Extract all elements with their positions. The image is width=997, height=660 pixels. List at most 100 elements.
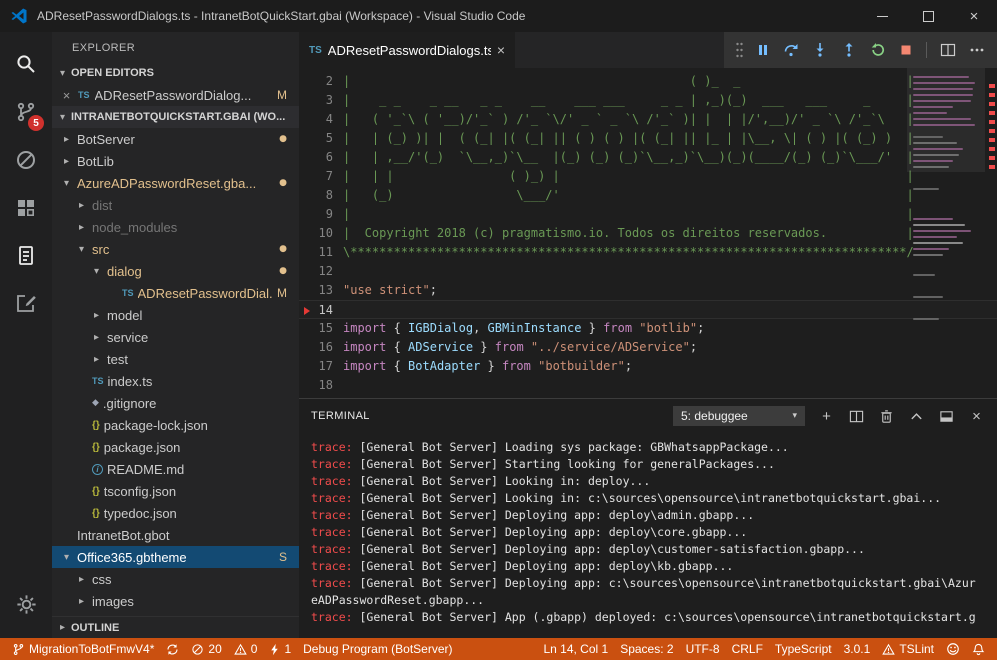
tree-item-dist[interactable]: ▸dist xyxy=(52,194,299,216)
tree-item-model[interactable]: ▸model xyxy=(52,304,299,326)
tree-item-botlib[interactable]: ▸BotLib xyxy=(52,150,299,172)
kill-terminal-icon[interactable] xyxy=(878,408,895,425)
maximize-panel-icon[interactable] xyxy=(908,408,925,425)
tree-item-css[interactable]: ▸css xyxy=(52,568,299,590)
code-line-15[interactable]: 15import { IGBDialog, GBMinInstance } fr… xyxy=(299,319,997,338)
git-status-badge: S xyxy=(279,550,299,564)
code-line-14[interactable]: 14 xyxy=(299,300,997,319)
tree-item-dialog[interactable]: ▾dialog● xyxy=(52,260,299,282)
status-language[interactable]: TypeScript xyxy=(769,638,838,660)
ts-file-icon: TS xyxy=(92,376,104,386)
step-into-icon[interactable] xyxy=(812,42,828,58)
tree-item-package-json[interactable]: {}package.json xyxy=(52,436,299,458)
tree-item-office365-gbtheme[interactable]: ▾Office365.gbthemeS xyxy=(52,546,299,568)
new-terminal-icon[interactable]: + xyxy=(818,408,835,425)
status-errors[interactable]: 20 xyxy=(185,638,227,660)
tree-item-gitignore[interactable]: ◆.gitignore xyxy=(52,392,299,414)
status-cursor-position[interactable]: Ln 14, Col 1 xyxy=(537,638,614,660)
tab-close-icon[interactable]: × xyxy=(497,42,505,58)
code-line-2[interactable]: 2| ( )_ _ | xyxy=(299,72,997,91)
close-button[interactable]: × xyxy=(951,0,997,32)
tree-item-images[interactable]: ▸images xyxy=(52,590,299,612)
code-line-9[interactable]: 9| | xyxy=(299,205,997,224)
split-terminal-icon[interactable] xyxy=(848,408,865,425)
code-line-18[interactable]: 18 xyxy=(299,376,997,395)
error-mark xyxy=(989,147,995,151)
status-tslint[interactable]: TSLint xyxy=(876,638,940,660)
line-number: 12 xyxy=(299,262,343,281)
settings-gear-icon[interactable] xyxy=(0,580,52,628)
code-line-4[interactable]: 4| ( '_`\ ( '__)/'_` ) /'_ `\/' _ ` _ `\… xyxy=(299,110,997,129)
tree-item-readme-md[interactable]: iREADME.md xyxy=(52,458,299,480)
code-line-12[interactable]: 12 xyxy=(299,262,997,281)
debug-icon[interactable] xyxy=(0,136,52,184)
code-line-7[interactable]: 7| | | ( )_) | | xyxy=(299,167,997,186)
step-out-icon[interactable] xyxy=(841,42,857,58)
tree-item-typedoc-json[interactable]: {}typedoc.json xyxy=(52,502,299,524)
window-title: ADResetPasswordDialogs.ts - IntranetBotQ… xyxy=(37,9,525,23)
terminal-output[interactable]: trace: [General Bot Server] Loading sys … xyxy=(299,433,997,626)
terminal-tab[interactable]: TERMINAL xyxy=(311,410,370,422)
toolbar-grip-icon[interactable] xyxy=(736,42,743,58)
status-eol[interactable]: CRLF xyxy=(726,638,769,660)
status-indentation[interactable]: Spaces: 2 xyxy=(614,638,679,660)
minimap[interactable] xyxy=(909,68,983,398)
code-editor[interactable]: 2| ( )_ _ |3| _ _ _ __ _ _ __ ___ ___ _ … xyxy=(299,68,997,398)
status-notifications[interactable] xyxy=(966,638,991,660)
compose-icon[interactable] xyxy=(0,280,52,328)
source-control-icon[interactable]: 5 xyxy=(0,88,52,136)
pause-icon[interactable] xyxy=(756,43,770,57)
tree-item-azureadpasswordreset-gba[interactable]: ▾AzureADPasswordReset.gba...● xyxy=(52,172,299,194)
search-icon[interactable] xyxy=(0,40,52,88)
open-editor-adresetpassworddialog[interactable]: ×TSADResetPasswordDialog...M xyxy=(52,84,299,106)
tree-item-package-lock-json[interactable]: {}package-lock.json xyxy=(52,414,299,436)
documents-icon[interactable] xyxy=(0,232,52,280)
stop-icon[interactable] xyxy=(899,43,913,57)
tree-item-tsconfig-json[interactable]: {}tsconfig.json xyxy=(52,480,299,502)
move-panel-icon[interactable] xyxy=(938,408,955,425)
terminal-instance-select[interactable]: 5: debuggee ▾ xyxy=(673,406,805,426)
code-line-13[interactable]: 13"use strict"; xyxy=(299,281,997,300)
tree-item-service[interactable]: ▸service xyxy=(52,326,299,348)
status-git-branch[interactable]: MigrationToBotFmwV4* xyxy=(6,638,160,660)
workspace-header[interactable]: ▾ INTRANETBOTQUICKSTART.GBAI (WO... xyxy=(52,106,299,128)
maximize-button[interactable] xyxy=(905,0,951,32)
line-number: 5 xyxy=(299,129,343,148)
tree-item-intranetbot-gbot[interactable]: IntranetBot.gbot xyxy=(52,524,299,546)
tree-item-src[interactable]: ▾src● xyxy=(52,238,299,260)
more-actions-icon[interactable] xyxy=(969,42,985,58)
tree-item-test[interactable]: ▸test xyxy=(52,348,299,370)
status-feedback[interactable] xyxy=(940,638,966,660)
extensions-icon[interactable] xyxy=(0,184,52,232)
close-panel-icon[interactable]: × xyxy=(968,408,985,425)
ts-file-icon: TS xyxy=(122,288,134,298)
status-encoding[interactable]: UTF-8 xyxy=(680,638,726,660)
status-counter[interactable]: 1 xyxy=(263,638,297,660)
status-warnings[interactable]: 0 xyxy=(228,638,264,660)
code-line-17[interactable]: 17import { BotAdapter } from "botbuilder… xyxy=(299,357,997,376)
code-line-8[interactable]: 8| (_) \___/' | xyxy=(299,186,997,205)
open-editors-header[interactable]: ▾ OPEN EDITORS xyxy=(52,62,299,84)
code-line-5[interactable]: 5| | (_) )| | ( (_| |( (_| || ( ) ( ) |(… xyxy=(299,129,997,148)
status-ts-version[interactable]: 3.0.1 xyxy=(838,638,877,660)
terminal-line-10: eADPasswordReset.gbapp... xyxy=(311,592,997,609)
code-line-6[interactable]: 6| | ,__/'(_) `\__,_)`\__ |(_) (_) (_)`\… xyxy=(299,148,997,167)
minimap-mark xyxy=(913,106,953,108)
code-line-3[interactable]: 3| _ _ _ __ _ _ __ ___ ___ _ _ | ,_)(_) … xyxy=(299,91,997,110)
tree-item-botserver[interactable]: ▸BotServer● xyxy=(52,128,299,150)
restart-icon[interactable] xyxy=(870,42,886,58)
outline-header[interactable]: ▸ OUTLINE xyxy=(52,616,299,638)
status-debug-program[interactable]: Debug Program (BotServer) xyxy=(297,638,458,660)
code-line-11[interactable]: 11\*************************************… xyxy=(299,243,997,262)
step-over-icon[interactable] xyxy=(783,42,799,58)
split-editor-icon[interactable] xyxy=(940,42,956,58)
tab-adresetpassworddialogs[interactable]: TS ADResetPasswordDialogs.ts × xyxy=(299,32,515,68)
tree-item-index-ts[interactable]: TSindex.ts xyxy=(52,370,299,392)
tree-item-adresetpassworddial[interactable]: TSADResetPasswordDial...M xyxy=(52,282,299,304)
code-line-16[interactable]: 16import { ADService } from "../service/… xyxy=(299,338,997,357)
close-editor-icon[interactable]: × xyxy=(60,88,73,103)
code-line-10[interactable]: 10| Copyright 2018 (c) pragmatismo.io. T… xyxy=(299,224,997,243)
minimize-button[interactable] xyxy=(859,0,905,32)
status-sync[interactable] xyxy=(160,638,185,660)
tree-item-node-modules[interactable]: ▸node_modules xyxy=(52,216,299,238)
